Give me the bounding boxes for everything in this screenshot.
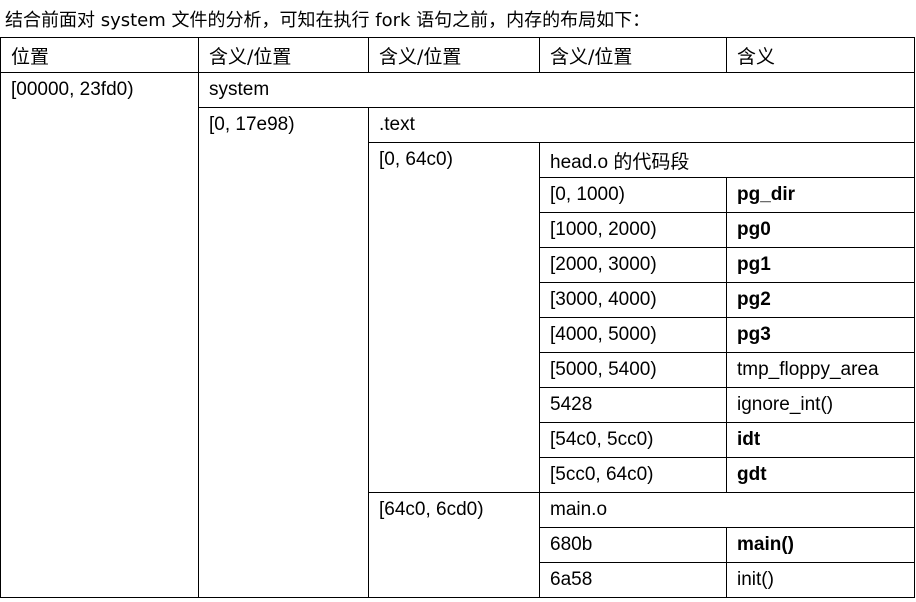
entry-symbol: tmp_floppy_area (726, 352, 915, 388)
table-row: [00000, 23fd0) system (0, 72, 915, 598)
table-header-row: 位置 含义/位置 含义/位置 含义/位置 含义 (0, 37, 915, 73)
entry-address: [4000, 5000) (539, 317, 727, 353)
entry-address: [0, 1000) (539, 177, 727, 213)
entry-symbol: pg1 (726, 247, 915, 283)
entry-address: [1000, 2000) (539, 212, 727, 248)
main-o-label-cell: main.o (539, 492, 915, 528)
text-range-cell: [0, 17e98) (198, 107, 369, 598)
system-label-cell: system (198, 72, 915, 108)
intro-text: 结合前面对 system 文件的分析，可知在执行 fork 语句之前，内存的布局… (5, 10, 651, 31)
entry-address: 6a58 (539, 562, 727, 598)
entry-address: 5428 (539, 387, 727, 423)
entry-symbol: pg3 (726, 317, 915, 353)
entry-address: 680b (539, 527, 727, 563)
system-range-cell: [00000, 23fd0) (0, 72, 199, 598)
entry-symbol: init() (726, 562, 915, 598)
entry-address: [5cc0, 64c0) (539, 457, 727, 493)
entry-symbol: ignore_int() (726, 387, 915, 423)
entry-symbol: main() (726, 527, 915, 563)
text-label-cell: .text (368, 107, 915, 143)
entry-symbol: pg0 (726, 212, 915, 248)
entry-address: [3000, 4000) (539, 282, 727, 318)
memory-layout-table: 位置 含义/位置 含义/位置 含义/位置 含义 [00000, 23fd0) s… (0, 37, 915, 598)
entry-symbol: pg_dir (726, 177, 915, 213)
entry-address: [2000, 3000) (539, 247, 727, 283)
entry-symbol: pg2 (726, 282, 915, 318)
head-o-label-cell: head.o 的代码段 (539, 142, 915, 178)
entry-address: [54c0, 5cc0) (539, 422, 727, 458)
header-position: 位置 (0, 37, 199, 73)
header-meaning: 含义 (726, 37, 915, 73)
header-meaning-position-1: 含义/位置 (198, 37, 369, 73)
head-o-range-cell: [0, 64c0) (368, 142, 540, 493)
entry-address: [5000, 5400) (539, 352, 727, 388)
header-meaning-position-3: 含义/位置 (539, 37, 727, 73)
header-meaning-position-2: 含义/位置 (368, 37, 540, 73)
entry-symbol: idt (726, 422, 915, 458)
entry-symbol: gdt (726, 457, 915, 493)
main-o-range-cell: [64c0, 6cd0) (368, 492, 540, 598)
